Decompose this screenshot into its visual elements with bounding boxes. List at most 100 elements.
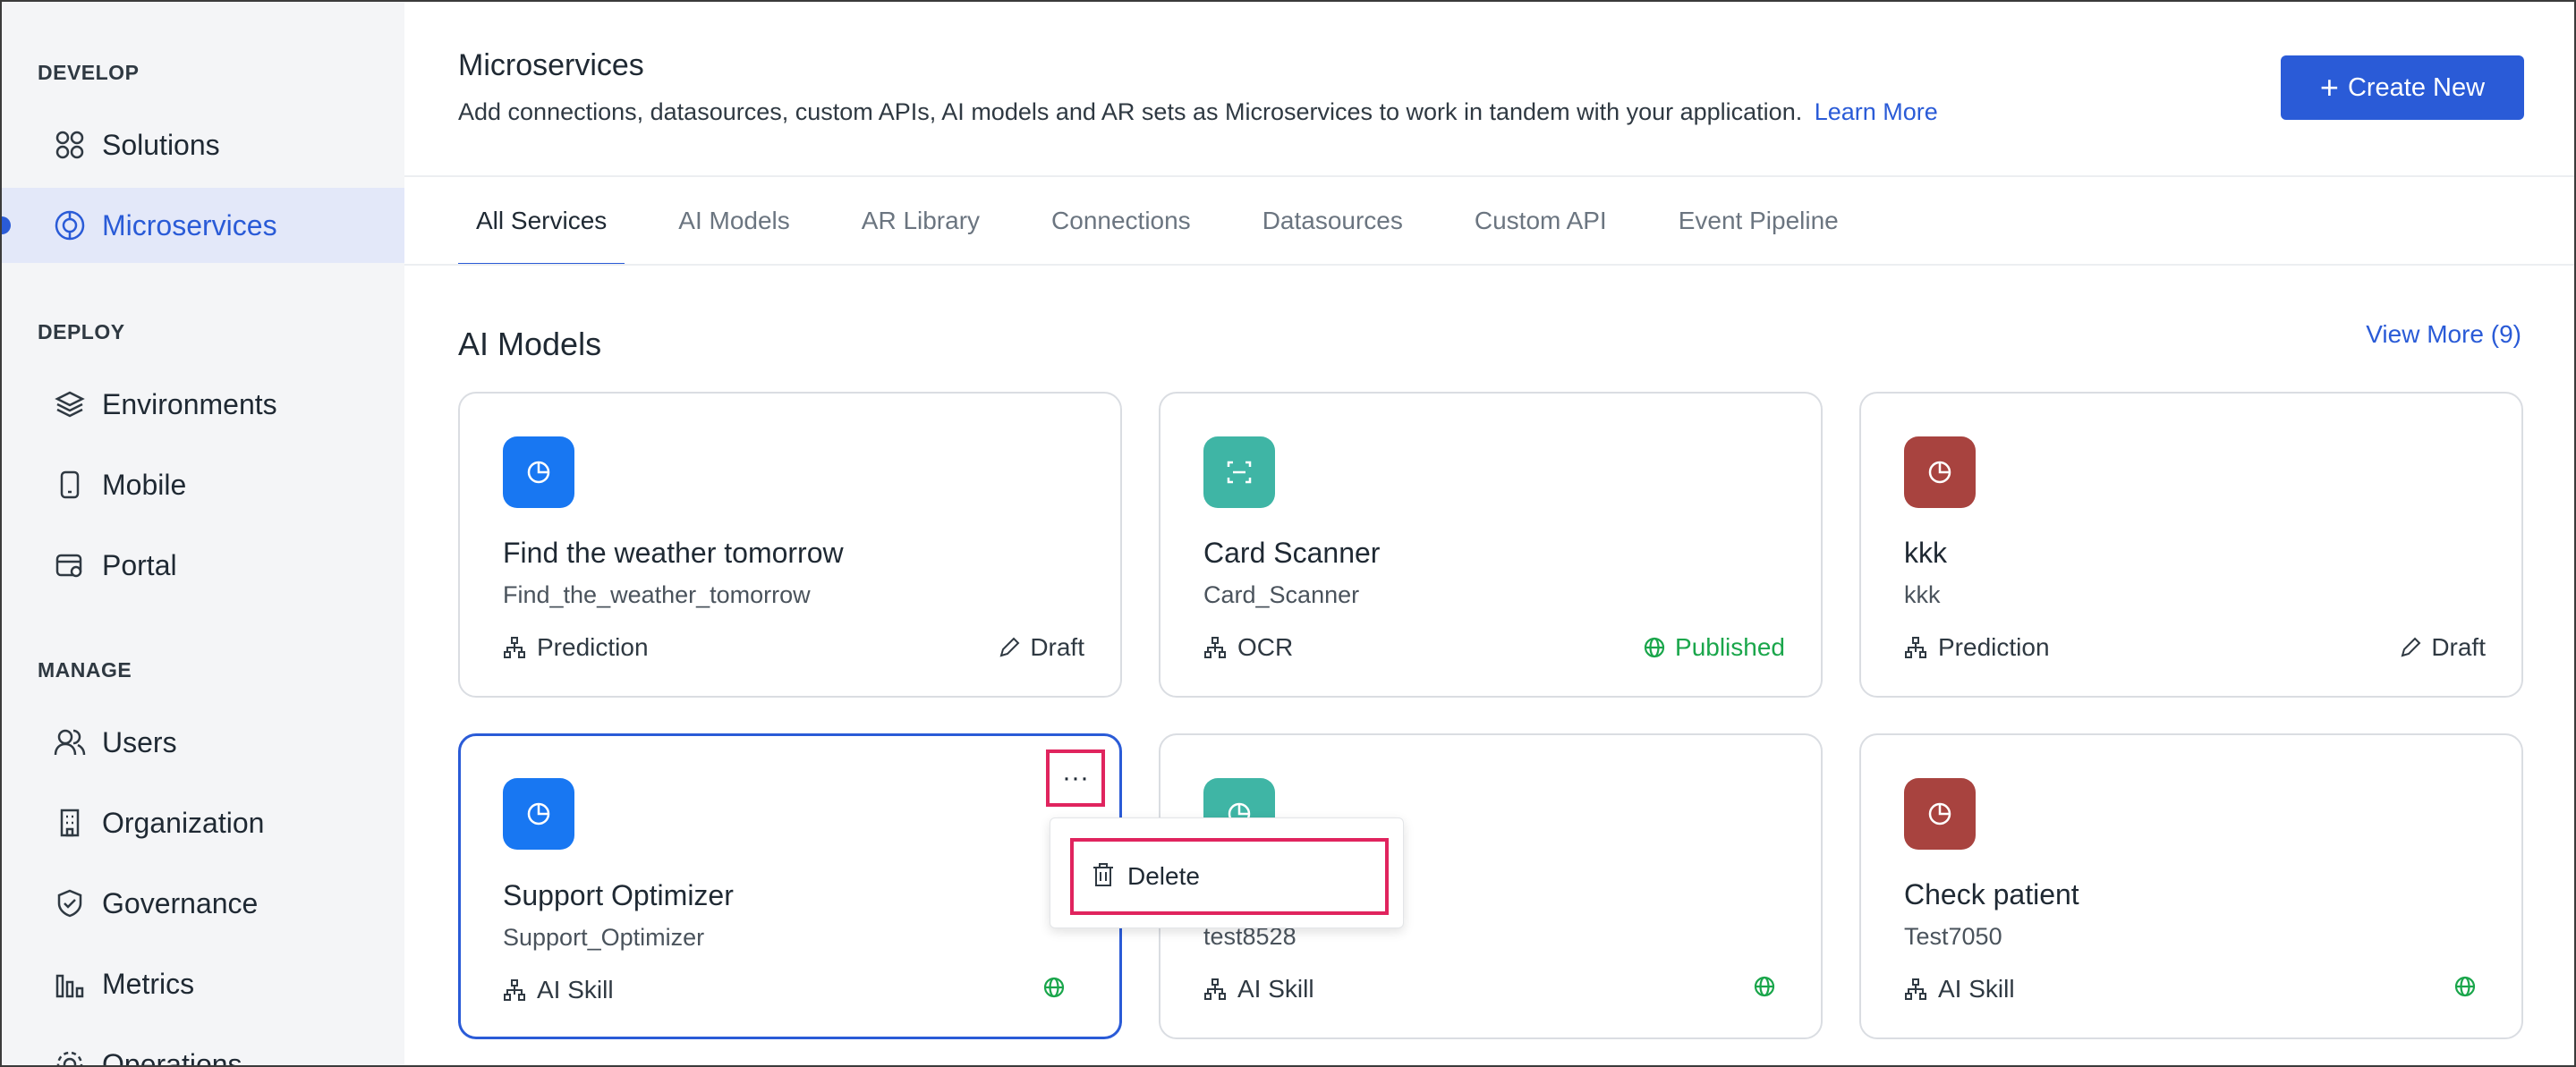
tab-ar-library[interactable]: AR Library [844, 177, 998, 265]
hierarchy-icon [1204, 978, 1226, 1000]
sidebar-item-users[interactable]: Users [2, 705, 404, 780]
more-options-button[interactable]: ··· [1046, 749, 1105, 807]
ellipsis-icon: ··· [1062, 763, 1089, 792]
service-card[interactable]: Find the weather tomorrow Find_the_weath… [458, 392, 1122, 698]
view-more-link[interactable]: View More (9) [2366, 320, 2521, 349]
hierarchy-icon [1905, 978, 1926, 1000]
sidebar-item-governance[interactable]: Governance [2, 866, 404, 941]
sidebar-item-label: Users [102, 725, 177, 758]
service-card[interactable]: Support Optimizer Support_Optimizer AI S… [458, 733, 1122, 1039]
sidebar-item-metrics[interactable]: Metrics [2, 946, 404, 1021]
pie-chart-icon [1904, 436, 1976, 508]
building-icon [52, 805, 88, 841]
mobile-icon [52, 467, 88, 503]
card-code: Card_Scanner [1203, 581, 1360, 608]
card-type: AI Skill [503, 976, 614, 1004]
tab-all-services[interactable]: All Services [458, 177, 625, 266]
card-name: Check patient [1904, 878, 2079, 910]
card-name: Support Optimizer [503, 879, 734, 911]
sidebar-item-label: Metrics [102, 967, 195, 1000]
tab-ai-models[interactable]: AI Models [660, 177, 808, 265]
card-type-label: OCR [1237, 633, 1294, 661]
pie-chart-icon [1904, 778, 1976, 850]
tabs-divider [404, 264, 2574, 266]
sidebar-item-label: Mobile [102, 468, 187, 501]
bar-chart-icon [52, 966, 88, 1002]
sidebar-item-organization[interactable]: Organization [2, 785, 404, 860]
tab-connections[interactable]: Connections [1033, 177, 1209, 265]
hierarchy-icon [1204, 637, 1226, 658]
tab-custom-api[interactable]: Custom API [1457, 177, 1625, 265]
sidebar-item-label: Operations [102, 1047, 242, 1067]
app-window: DEVELOP Solutions Microservices DEPLOY E… [0, 0, 2576, 1067]
users-icon [52, 724, 88, 760]
tab-datasources[interactable]: Datasources [1245, 177, 1421, 265]
sidebar-item-label: Environments [102, 387, 277, 420]
gear-icon [52, 1046, 88, 1065]
card-type: Prediction [503, 633, 649, 662]
card-type-label: AI Skill [537, 976, 614, 1003]
pie-chart-icon [503, 436, 574, 508]
service-tabs: All Services AI Models AR Library Connec… [458, 177, 1892, 266]
create-new-button[interactable]: + Create New [2281, 55, 2524, 120]
pencil-icon [2401, 637, 2421, 657]
grid-icon [52, 127, 88, 163]
card-type-label: AI Skill [1938, 975, 2015, 1003]
pie-chart-icon [503, 778, 574, 850]
globe-icon [1043, 977, 1065, 998]
sidebar-section-manage: MANAGE [38, 658, 132, 682]
sidebar-item-microservices[interactable]: Microservices [2, 188, 404, 263]
card-type: Prediction [1904, 633, 2050, 662]
subtitle-text: Add connections, datasources, custom API… [458, 98, 1803, 125]
sidebar-item-portal[interactable]: Portal [2, 528, 404, 603]
hierarchy-icon [504, 637, 525, 658]
card-status: Draft [998, 633, 1084, 662]
card-status: Draft [2399, 633, 2486, 662]
globe-icon [1754, 976, 1775, 997]
sidebar-item-operations[interactable]: Operations [2, 1027, 404, 1067]
sidebar-item-solutions[interactable]: Solutions [2, 107, 404, 182]
trash-icon [1092, 862, 1115, 892]
card-name: Find the weather tomorrow [503, 537, 844, 569]
sidebar-item-label: Organization [102, 806, 265, 839]
delete-label: Delete [1127, 862, 1200, 890]
create-new-label: Create New [2347, 72, 2486, 102]
layers-icon [52, 386, 88, 422]
card-status [1042, 976, 1075, 999]
tab-event-pipeline[interactable]: Event Pipeline [1661, 177, 1857, 265]
card-type-label: AI Skill [1237, 975, 1314, 1003]
sidebar-item-mobile[interactable]: Mobile [2, 447, 404, 522]
card-type: OCR [1203, 633, 1293, 662]
card-status [2453, 975, 2486, 998]
hierarchy-icon [504, 979, 525, 1001]
card-type-label: Prediction [1938, 633, 2050, 661]
card-code: Test7050 [1904, 923, 2002, 950]
page-title: Microservices [458, 48, 644, 82]
service-card[interactable]: Check patient Test7050 AI Skill [1859, 733, 2523, 1039]
card-code: kkk [1904, 581, 1941, 608]
card-type: AI Skill [1904, 975, 2015, 1003]
card-type-label: Prediction [537, 633, 649, 661]
plus-icon: + [2319, 69, 2339, 106]
card-type: AI Skill [1203, 975, 1314, 1003]
delete-menu-item[interactable]: Delete [1070, 838, 1389, 915]
card-code: Find_the_weather_tomorrow [503, 581, 811, 608]
sidebar-item-label: Governance [102, 886, 259, 919]
service-card[interactable]: Card Scanner Card_Scanner OCR Published [1159, 392, 1823, 698]
sidebar-item-label: Microservices [102, 208, 277, 241]
sidebar: DEVELOP Solutions Microservices DEPLOY E… [2, 2, 404, 1067]
globe-icon [1644, 637, 1665, 658]
card-name: Card Scanner [1203, 537, 1381, 569]
context-menu: Delete [1050, 817, 1404, 928]
sidebar-item-environments[interactable]: Environments [2, 367, 404, 442]
pencil-icon [999, 637, 1020, 657]
service-card[interactable]: kkk kkk Prediction Draft [1859, 392, 2523, 698]
page-subtitle: Add connections, datasources, custom API… [458, 98, 1938, 126]
sidebar-section-develop: DEVELOP [38, 61, 140, 84]
microservices-icon [52, 207, 88, 243]
sidebar-item-label: Solutions [102, 128, 220, 161]
shield-icon [52, 885, 88, 921]
card-status-label: Draft [1030, 633, 1084, 661]
learn-more-link[interactable]: Learn More [1815, 98, 1938, 125]
card-status-label: Published [1675, 633, 1785, 661]
